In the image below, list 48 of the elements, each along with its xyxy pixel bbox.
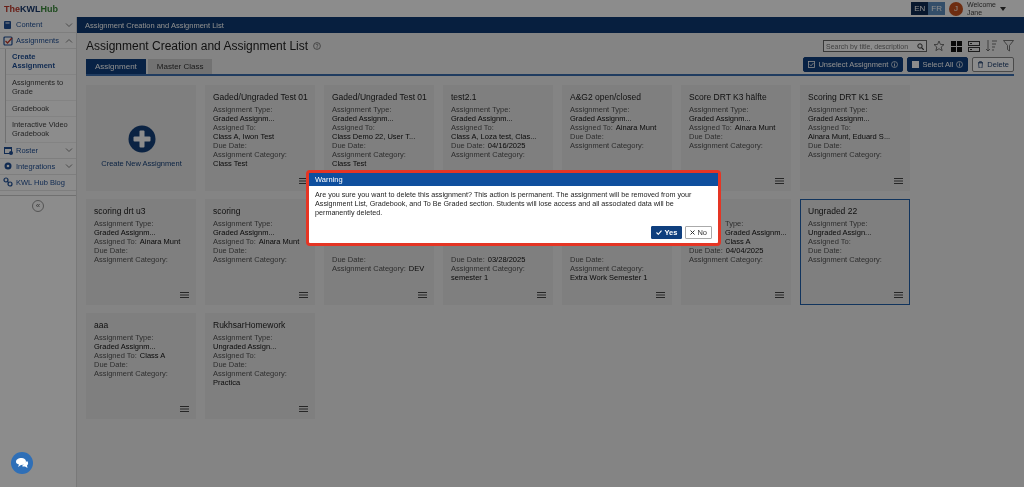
card-title: scoring [213, 206, 242, 218]
language-button[interactable]: FR [928, 2, 945, 15]
help-icon[interactable] [313, 42, 322, 50]
card-title: test2.1 [451, 92, 478, 104]
menu-icon[interactable] [180, 406, 189, 412]
menu-icon[interactable] [894, 292, 903, 298]
logo[interactable]: TheKWLHub [4, 3, 58, 14]
language-button[interactable]: EN [911, 2, 929, 15]
card-title: aaa [94, 320, 110, 332]
menu-icon[interactable] [180, 292, 189, 298]
card-title: A&G2 open/closed [570, 92, 642, 104]
menu-icon[interactable] [418, 292, 427, 298]
menu-icon[interactable] [894, 178, 903, 184]
link-icon [3, 177, 13, 188]
caret-icon[interactable] [1000, 6, 1006, 11]
menu-icon[interactable] [299, 406, 308, 412]
collapse-button[interactable]: « [32, 199, 44, 212]
checkbox-icon [3, 35, 13, 46]
list-view-icon[interactable] [968, 40, 980, 52]
search-icon[interactable] [917, 42, 924, 50]
card-title: RukhsarHomework [213, 320, 287, 332]
plus-icon [127, 124, 156, 153]
check-icon [656, 230, 663, 235]
menu-icon[interactable] [775, 178, 784, 184]
star-icon[interactable] [933, 40, 945, 52]
sort-icon[interactable] [986, 40, 997, 52]
menu-icon[interactable] [656, 292, 665, 298]
calendar-icon [3, 145, 13, 156]
square-icon [912, 61, 920, 68]
card-title: Score DRT K3 hälfte [689, 92, 768, 104]
filter-icon[interactable] [1003, 40, 1014, 52]
grid-view-icon[interactable] [951, 40, 962, 52]
page-title: Assignment Creation and Assignment List [86, 39, 309, 53]
close-icon [690, 230, 696, 235]
menu-icon[interactable] [299, 292, 308, 298]
checkbox-icon [808, 61, 816, 68]
card-title: Ungraded 22 [808, 206, 859, 218]
card-title: Scoring DRT K1 SE [808, 92, 884, 104]
trash-icon [977, 61, 985, 68]
tab[interactable]: Master Class [147, 59, 213, 74]
card-title: Gaded/Ungraded Test 01 [213, 92, 308, 104]
menu-icon[interactable] [537, 292, 546, 298]
tab[interactable]: Assignment [86, 59, 146, 74]
card-title: Gaded/Ungraded Test 01 [332, 92, 427, 104]
card-title: scoring drt u3 [94, 206, 147, 218]
menu-icon[interactable] [775, 292, 784, 298]
user-avatar[interactable]: J [948, 1, 963, 16]
gear-icon [3, 161, 13, 172]
